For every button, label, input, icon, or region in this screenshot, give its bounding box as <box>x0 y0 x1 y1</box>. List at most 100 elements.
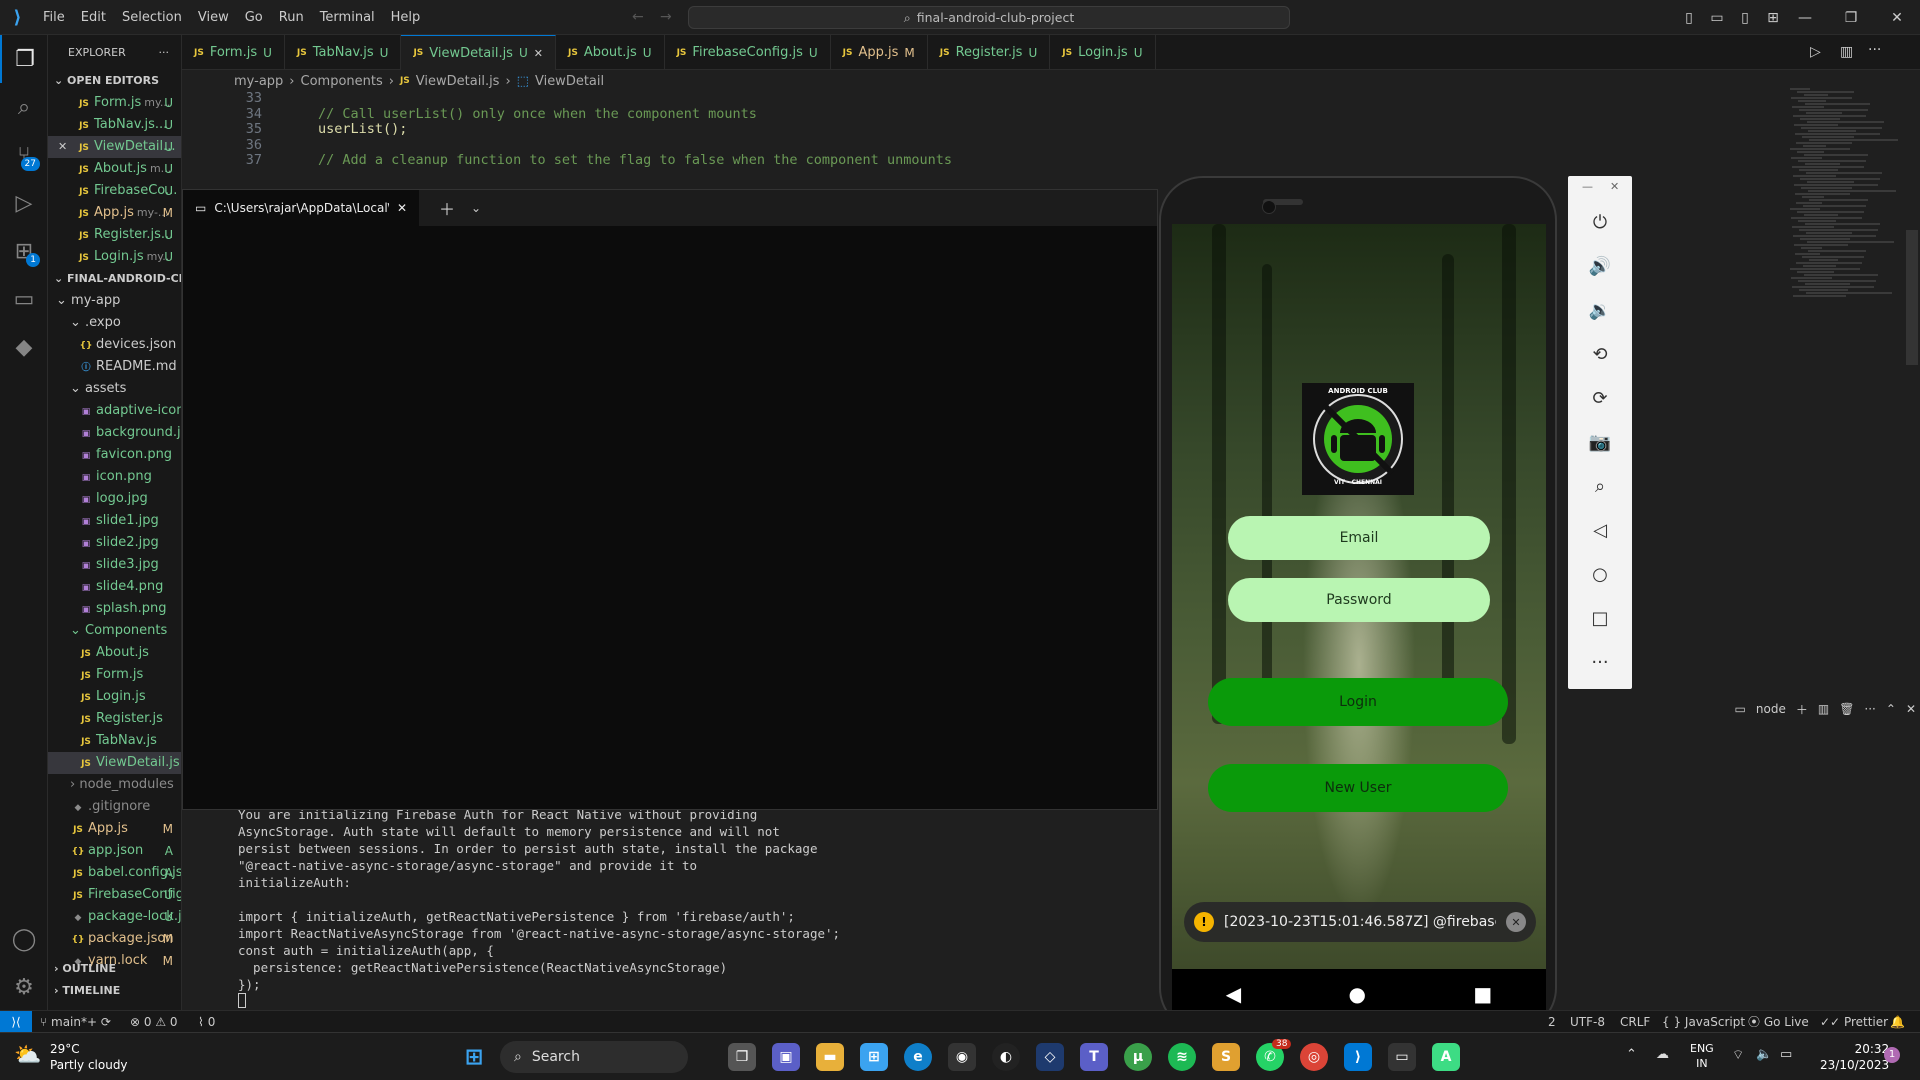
maximize-panel-icon[interactable]: ⌃ <box>1886 702 1896 716</box>
root-file[interactable]: JS App.js M <box>48 818 181 840</box>
terminal-taskbar-icon[interactable]: ▭ <box>1388 1043 1416 1071</box>
chrome-icon[interactable]: ◎ <box>1300 1043 1328 1071</box>
language-status[interactable]: { } JavaScript <box>1662 1011 1745 1033</box>
zoom-icon[interactable]: ⌕ <box>1568 464 1632 508</box>
tray-cloud-icon[interactable]: ☁ <box>1656 1047 1669 1062</box>
battery-icon[interactable]: ▭ <box>1780 1047 1792 1062</box>
folder-node-modules[interactable]: › node_modules <box>48 774 181 796</box>
open-editors-section[interactable]: ⌄ OPEN EDITORS <box>48 70 181 92</box>
notifications-bell-icon[interactable]: 🔔 <box>1890 1011 1905 1033</box>
remote-indicator-icon[interactable]: ⟩⟨ <box>0 1011 32 1033</box>
file-readme[interactable]: ⓘ README.md <box>48 356 181 378</box>
component-file[interactable]: JS TabNav.js <box>48 730 181 752</box>
split-editor-icon[interactable]: ▥ <box>1840 44 1853 60</box>
close-tab-icon[interactable]: ✕ <box>534 47 543 60</box>
asset-file[interactable]: ▣ adaptive-icon... <box>48 400 181 422</box>
asset-file[interactable]: ▣ background.j... <box>48 422 181 444</box>
menu-go[interactable]: Go <box>237 0 271 35</box>
back-arrow-icon[interactable]: ← <box>632 9 644 25</box>
menu-view[interactable]: View <box>190 0 237 35</box>
component-file[interactable]: JS Register.js <box>48 708 181 730</box>
editor-tab[interactable]: JS FirebaseConfig.js U <box>665 35 831 70</box>
asset-file[interactable]: ▣ favicon.png <box>48 444 181 466</box>
root-file[interactable]: ◆package-lock.js...U <box>48 906 181 928</box>
breadcrumb-symbol[interactable]: ViewDetail <box>535 74 604 89</box>
menu-run[interactable]: Run <box>271 0 312 35</box>
language-indicator[interactable]: ENG IN <box>1690 1041 1714 1071</box>
spotify-icon[interactable]: ≋ <box>1168 1043 1196 1071</box>
menu-edit[interactable]: Edit <box>73 0 114 35</box>
android-studio-icon[interactable]: A <box>1432 1043 1460 1071</box>
screenshot-camera-icon[interactable]: 📷 <box>1568 420 1632 464</box>
clock[interactable]: 20:32 23/10/2023 <box>1820 1041 1889 1073</box>
windows-terminal-window[interactable]: ▭ C:\Users\rajar\AppData\Local\ ✕ ＋ ⌄ <box>182 189 1158 810</box>
asset-file[interactable]: ▣ splash.png <box>48 598 181 620</box>
wifi-icon[interactable]: ⌔ <box>1732 1047 1744 1063</box>
trash-icon[interactable]: 🗑 <box>1839 702 1854 716</box>
close-tab-icon[interactable]: ✕ <box>397 201 407 215</box>
more-icon[interactable]: ··· <box>1864 702 1875 716</box>
back-icon[interactable]: ◀ <box>1226 982 1241 1006</box>
folder-components[interactable]: ⌄ Components <box>48 620 181 642</box>
new-terminal-icon[interactable]: ＋ <box>1796 701 1808 718</box>
rotate-left-icon[interactable]: ⟲ <box>1568 332 1632 376</box>
open-editor-item[interactable]: JS FirebaseCo... U <box>48 180 181 202</box>
tray-chevron-icon[interactable]: ⌃ <box>1626 1047 1637 1062</box>
more-options-icon[interactable]: ··· <box>1568 640 1632 684</box>
terminal-tab[interactable]: ▭ C:\Users\rajar\AppData\Local\ ✕ <box>183 190 419 226</box>
editor-tab[interactable]: JS Register.js U <box>928 35 1051 70</box>
app-penguin-icon[interactable]: ◉ <box>948 1043 976 1071</box>
go-live-status[interactable]: ⦿ Go Live <box>1748 1011 1809 1033</box>
teams-icon[interactable]: T <box>1080 1043 1108 1071</box>
open-editor-item[interactable]: JS Login.js my... U <box>48 246 181 268</box>
encoding-status[interactable]: UTF-8 <box>1570 1011 1605 1033</box>
warning-toast[interactable]: ! [2023-10-23T15:01:46.587Z] @firebase/a… <box>1184 902 1536 942</box>
open-editor-item[interactable]: ✕ JS ViewDetail... U <box>48 136 181 158</box>
volume-icon[interactable]: 🔈 <box>1756 1047 1772 1062</box>
root-file[interactable]: JSFirebaseConfig.jsU <box>48 884 181 906</box>
run-debug-icon[interactable]: ▷ <box>0 179 48 227</box>
restore-button[interactable]: ❐ <box>1828 0 1874 35</box>
editor-tab[interactable]: JS App.js M <box>831 35 928 70</box>
command-center[interactable]: ⌕ final-android-club-project <box>688 6 1290 29</box>
code-editor[interactable]: 33 34 // Call userList() only once when th… <box>182 90 1782 192</box>
extensions-icon[interactable]: ⊞ 1 <box>0 227 48 275</box>
open-editor-item[interactable]: JS About.js m... U <box>48 158 181 180</box>
close-panel-icon[interactable]: ✕ <box>1906 702 1916 716</box>
weather-widget[interactable]: 29°C Partly cloudy <box>50 1041 128 1073</box>
folder-expo[interactable]: ⌄ .expo <box>48 312 181 334</box>
recents-icon[interactable]: ■ <box>1473 982 1492 1006</box>
menu-help[interactable]: Help <box>383 0 429 35</box>
power-icon[interactable]: ⏻ <box>1568 200 1632 244</box>
editor-tab[interactable]: JS Login.js U <box>1050 35 1156 70</box>
prettier-status[interactable]: ✓✓ Prettier <box>1820 1011 1888 1033</box>
root-file[interactable]: ◆ .gitignore <box>48 796 181 818</box>
new-tab-icon[interactable]: ＋ <box>439 196 455 220</box>
emu-close-button[interactable]: ✕ <box>1610 180 1619 193</box>
rotate-right-icon[interactable]: ⟳ <box>1568 376 1632 420</box>
home-icon[interactable]: ● <box>1349 982 1366 1006</box>
explorer-icon[interactable]: ❐ <box>0 35 48 83</box>
email-field[interactable]: Email <box>1228 516 1490 560</box>
teams-chat-icon[interactable]: ▣ <box>772 1043 800 1071</box>
timeline-section[interactable]: › TIMELINE <box>48 980 182 1002</box>
open-editor-item[interactable]: JS TabNav.js... U <box>48 114 181 136</box>
project-section[interactable]: ⌄ FINAL-ANDROID-CLUB... <box>48 268 181 290</box>
editor-tab[interactable]: JS Form.js U <box>182 35 285 70</box>
asset-file[interactable]: ▣ slide2.jpg <box>48 532 181 554</box>
vscode-taskbar-icon[interactable]: ⟩ <box>1344 1043 1372 1071</box>
root-file[interactable]: JS babel.config.js A <box>48 862 181 884</box>
menu-selection[interactable]: Selection <box>114 0 190 35</box>
dismiss-icon[interactable]: ✕ <box>1506 912 1526 932</box>
run-file-icon[interactable]: ▷ <box>1810 44 1821 60</box>
eol-status[interactable]: CRLF <box>1620 1011 1650 1033</box>
breadcrumb-components[interactable]: Components <box>301 74 383 89</box>
asset-file[interactable]: ▣ logo.jpg <box>48 488 181 510</box>
open-editor-item[interactable]: JS Register.js... U <box>48 224 181 246</box>
editor-scrollbar[interactable] <box>1906 230 1918 365</box>
docker-icon[interactable]: ◆ <box>0 323 48 371</box>
editor-tab[interactable]: JS ViewDetail.js U ✕ <box>401 35 556 70</box>
utorrent-icon[interactable]: µ <box>1124 1043 1152 1071</box>
asset-file[interactable]: ▣ icon.png <box>48 466 181 488</box>
login-button[interactable]: Login <box>1208 678 1508 726</box>
